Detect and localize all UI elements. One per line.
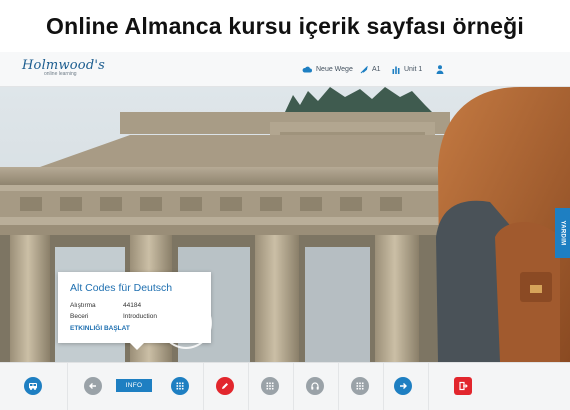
next-button[interactable] — [394, 377, 412, 395]
nav-unit[interactable]: Unit 1 — [392, 52, 422, 87]
next-activity-button[interactable] — [160, 297, 212, 349]
info-button[interactable]: INFO — [116, 379, 152, 392]
page-title: Online Almanca kursu içerik sayfası örne… — [46, 12, 524, 39]
bottom-toolbar: INFO — [0, 362, 570, 410]
divider — [428, 363, 429, 410]
pencil-icon — [222, 383, 228, 389]
previous-button[interactable] — [84, 377, 102, 395]
grid-icon — [356, 382, 364, 390]
logo[interactable]: Holmwood's online learning — [22, 58, 105, 77]
cloud-icon — [302, 66, 312, 73]
help-tab-label: YARDIM — [559, 220, 566, 246]
card-row-exercise: Alıştırma 44184 — [70, 302, 141, 309]
exit-icon — [459, 381, 468, 391]
nav-level[interactable]: A1 — [360, 52, 381, 87]
nav-course[interactable]: Neue Wege — [302, 52, 353, 87]
forward-arrow-icon — [400, 383, 407, 389]
divider — [203, 363, 204, 410]
start-activity-link[interactable]: ETKINLIĞI BAŞLAT — [70, 325, 130, 332]
rocket-icon — [360, 65, 368, 73]
help-tab[interactable]: YARDIM — [555, 208, 570, 258]
divider — [338, 363, 339, 410]
audio-button[interactable] — [306, 377, 324, 395]
card-row-value: Introduction — [123, 313, 157, 320]
stats-icon — [392, 66, 400, 74]
nav-unit-label: Unit 1 — [404, 66, 423, 73]
grid-icon — [176, 382, 184, 390]
grid-icon — [266, 382, 274, 390]
user-icon — [436, 65, 444, 74]
edit-button[interactable] — [216, 377, 234, 395]
card-row-skill: Beceri Introduction — [70, 313, 157, 320]
divider — [248, 363, 249, 410]
arrow-right-icon — [174, 313, 198, 333]
headphones-icon — [311, 382, 319, 390]
app-header: Holmwood's online learning Neue Wege A1 … — [0, 52, 570, 87]
grammar-button[interactable] — [261, 377, 279, 395]
nav-course-label: Neue Wege — [316, 66, 353, 73]
bus-icon — [29, 383, 37, 390]
exit-button[interactable] — [454, 377, 472, 395]
exercises-button[interactable] — [171, 377, 189, 395]
course-button[interactable] — [24, 377, 42, 395]
back-arrow-icon — [89, 383, 96, 389]
card-row-value: 44184 — [123, 302, 142, 309]
divider — [383, 363, 384, 410]
divider — [293, 363, 294, 410]
divider — [67, 363, 68, 410]
activity-title: Alt Codes für Deutsch — [70, 282, 173, 294]
vocabulary-button[interactable] — [351, 377, 369, 395]
user-menu[interactable] — [436, 52, 448, 87]
card-row-key: Beceri — [70, 313, 89, 320]
nav-level-label: A1 — [372, 66, 381, 73]
card-row-key: Alıştırma — [70, 302, 96, 309]
